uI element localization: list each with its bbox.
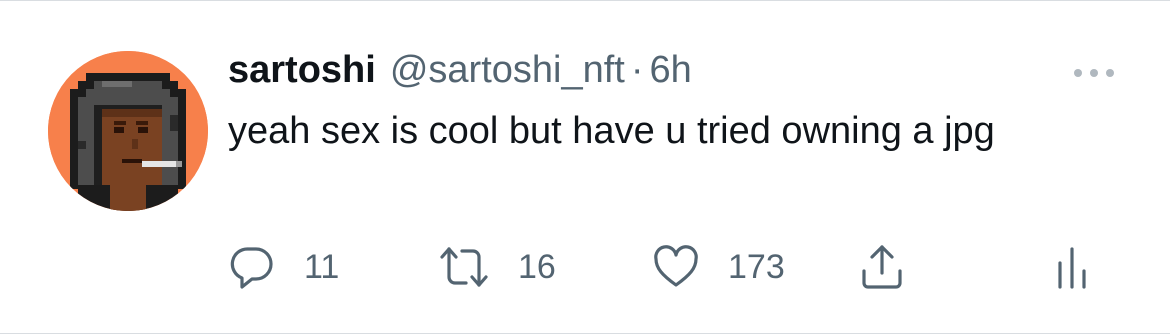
separator-dot: ·: [630, 49, 644, 91]
tweet-text: yeah sex is cool but have u tried owning…: [228, 110, 995, 152]
like-button[interactable]: 173: [652, 239, 785, 295]
author-display-name[interactable]: sartoshi: [228, 49, 376, 92]
analytics-button[interactable]: [1056, 239, 1088, 295]
author-avatar[interactable]: [48, 51, 208, 211]
tweet-actions: 11 16 173: [228, 239, 1108, 295]
retweet-count: 16: [518, 247, 556, 286]
more-options-icon: [1074, 69, 1114, 77]
pixel-avatar-icon: [48, 51, 208, 211]
reply-icon: [230, 247, 273, 289]
share-button[interactable]: [858, 239, 906, 295]
heart-icon: [654, 245, 698, 287]
tweet[interactable]: sartoshi @sartoshi_nft · 6h yeah sex is …: [0, 0, 1170, 334]
tweet-timestamp[interactable]: 6h: [650, 49, 692, 92]
reply-button[interactable]: 11: [228, 239, 339, 295]
retweet-icon: [440, 247, 488, 287]
reply-count: 11: [304, 247, 340, 286]
analytics-icon: [1058, 247, 1086, 289]
like-count: 173: [728, 247, 785, 286]
share-icon: [862, 245, 902, 289]
more-options-button[interactable]: [1068, 61, 1120, 85]
tweet-header: sartoshi @sartoshi_nft · 6h: [228, 49, 692, 97]
author-handle[interactable]: @sartoshi_nft: [390, 49, 625, 92]
retweet-button[interactable]: 16: [438, 239, 556, 295]
